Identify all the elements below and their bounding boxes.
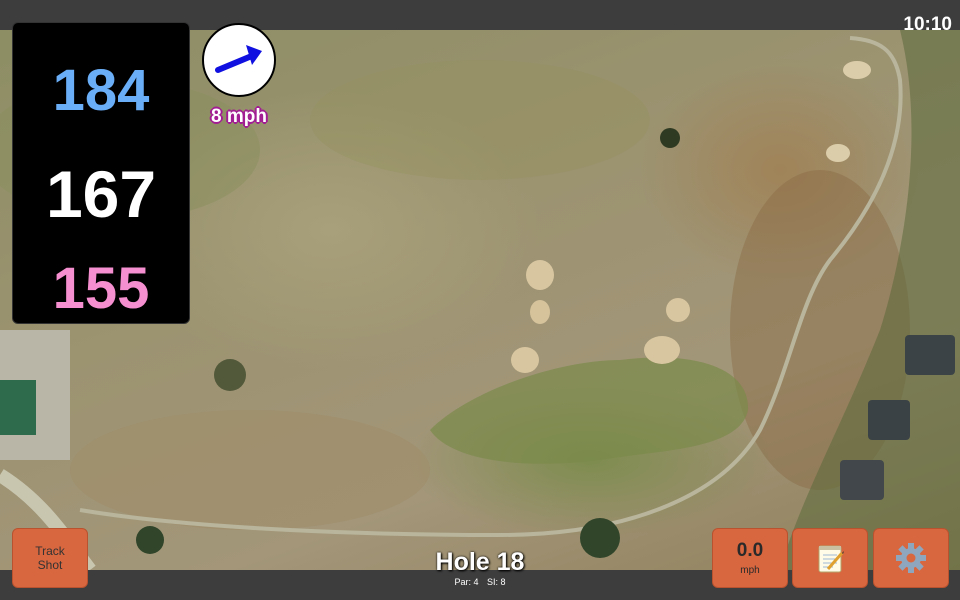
distance-panel: 184 167 155 xyxy=(12,22,190,324)
hole-info: Par: 4 SI: 8 xyxy=(380,577,580,587)
notepad-icon xyxy=(818,545,844,573)
back-distance: 184 xyxy=(52,58,150,123)
hole-stroke-index: SI: 8 xyxy=(487,577,506,587)
speed-button[interactable]: 0.0 mph xyxy=(712,528,788,588)
wind-direction-dial xyxy=(202,23,276,97)
notes-button[interactable] xyxy=(792,528,868,588)
speed-unit: mph xyxy=(740,565,760,576)
arrow-icon xyxy=(215,45,262,73)
hole-par: Par: 4 xyxy=(454,577,479,587)
wind-speed-label: 8 mph xyxy=(211,106,267,127)
settings-button[interactable] xyxy=(873,528,949,588)
gear-icon xyxy=(896,543,926,573)
speed-value: 0.0 xyxy=(736,540,764,561)
track-shot-label-line2: Shot xyxy=(37,558,63,572)
middle-distance: 167 xyxy=(45,157,157,231)
hole-title: Hole 18 xyxy=(435,548,525,576)
track-shot-label-line1: Track xyxy=(35,544,65,558)
front-distance: 155 xyxy=(52,256,150,321)
track-shot-button[interactable]: Track Shot xyxy=(12,528,88,588)
